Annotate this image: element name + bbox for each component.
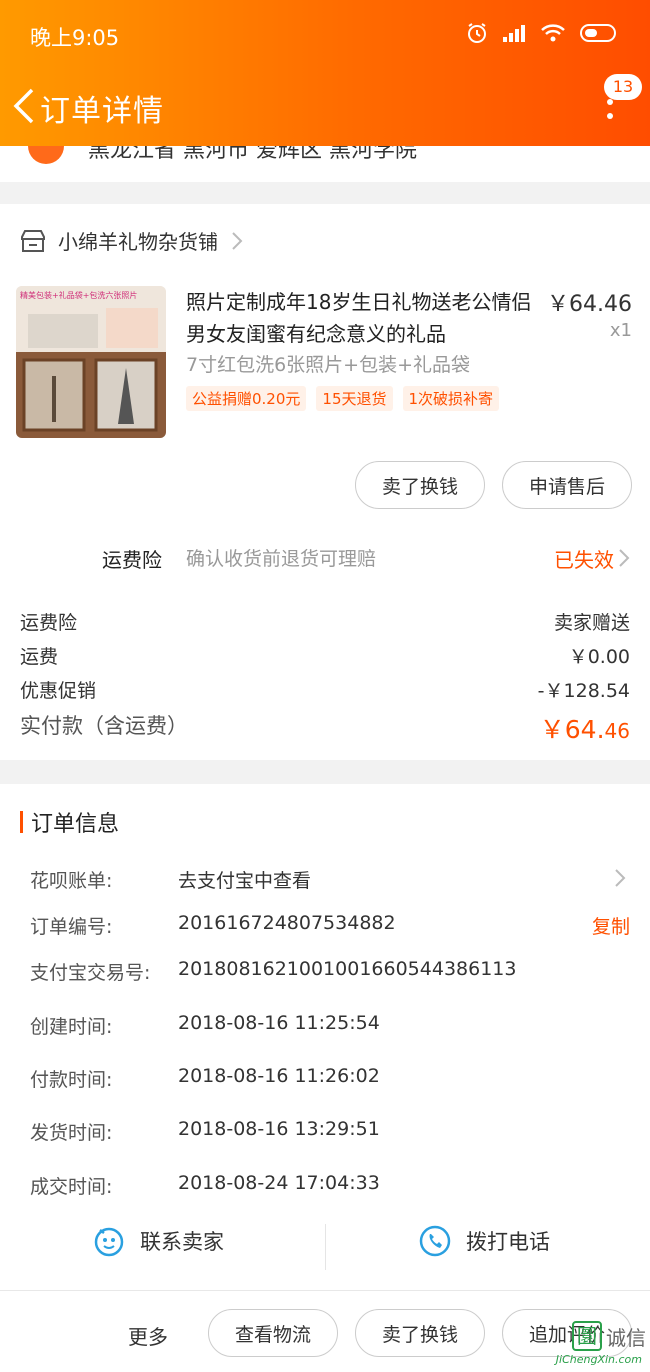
fee-row: 运费 ￥0.00 — [20, 642, 630, 669]
sell-for-cash-button[interactable]: 卖了换钱 — [355, 461, 485, 509]
insurance-label: 运费险 — [102, 548, 162, 572]
status-time: 晚上9:05 — [30, 26, 120, 50]
order-info-title: 订单信息 — [31, 812, 120, 837]
product-price: ￥64.46 — [547, 292, 632, 317]
info-value: 2018-08-16 11:26:02 — [178, 1065, 380, 1087]
chevron-right-icon — [615, 869, 626, 887]
fee-value: -￥128.54 — [537, 680, 630, 702]
info-value: 去支付宝中查看 — [178, 870, 312, 892]
info-label: 订单编号: — [30, 916, 113, 938]
insurance-status: 已失效 — [554, 548, 614, 572]
divider — [325, 1224, 326, 1270]
fee-label: 运费险 — [20, 612, 78, 634]
fee-label: 优惠促销 — [20, 680, 97, 702]
wifi-icon — [541, 24, 565, 42]
watermark-logo: 圜 诚信 — [572, 1321, 646, 1351]
product-sku: 7寸红包洗6张照片+包装+礼品袋 — [186, 354, 471, 376]
view-logistics-button[interactable]: 查看物流 — [208, 1309, 338, 1357]
product-tag: 15天退货 — [316, 386, 393, 411]
fee-value: ￥0.00 — [568, 646, 630, 668]
app-header: 晚上9:05 订单详情 13 — [0, 0, 650, 146]
info-value: 2018-08-16 13:29:51 — [178, 1118, 380, 1140]
fee-value: 卖家赠送 — [553, 612, 630, 634]
fee-row: 运费险 卖家赠送 — [20, 608, 630, 635]
page-title: 订单详情 — [40, 94, 164, 129]
fee-label: 运费 — [20, 646, 59, 668]
info-value: 2018-08-24 17:04:33 — [178, 1172, 380, 1194]
more-menu-icon[interactable] — [600, 98, 620, 128]
info-label: 创建时间: — [30, 1016, 113, 1038]
call-phone-label: 拨打电话 — [466, 1230, 550, 1254]
svg-text:精美包装+礼品袋+包洗六张照片: 精美包装+礼品袋+包洗六张照片 — [20, 290, 137, 300]
info-value: 2018081621001001660544386113 — [178, 958, 517, 980]
status-bar: 晚上9:05 — [0, 0, 650, 70]
bottom-action-bar: 更多 查看物流 卖了换钱 追加评价 圜 诚信 JiChengXin.com — [0, 1290, 650, 1372]
call-phone-button[interactable]: 拨打电话 — [418, 1224, 550, 1258]
info-label: 成交时间: — [30, 1176, 113, 1198]
phone-icon — [419, 1225, 451, 1257]
more-button[interactable]: 更多 — [128, 1321, 168, 1350]
shop-name: 小绵羊礼物杂货铺 — [58, 230, 218, 254]
info-value: 2018-08-16 11:25:54 — [178, 1012, 380, 1034]
back-arrow-icon[interactable] — [8, 86, 44, 126]
battery-icon — [580, 24, 616, 42]
total-row: 实付款（含运费） ￥64.46 — [20, 710, 630, 746]
message-count-badge: 13 — [604, 74, 642, 100]
copy-order-number-button[interactable]: 复制 — [592, 912, 630, 939]
product-image[interactable]: 精美包装+礼品袋+包洗六张照片 — [16, 286, 166, 438]
info-value: 201616724807534882 — [178, 912, 396, 934]
section-accent-bar — [20, 811, 23, 833]
fee-row: 优惠促销 -￥128.54 — [20, 676, 630, 703]
insurance-desc: 确认收货前退货可理赔 — [186, 548, 377, 570]
product-tag: 1次破损补寄 — [402, 386, 500, 411]
product-tag: 公益捐赠0.20元 — [186, 386, 307, 411]
chevron-right-icon — [232, 231, 243, 250]
sell-for-cash-bottom-button[interactable]: 卖了换钱 — [355, 1309, 485, 1357]
total-amount-decimal: 46 — [604, 719, 630, 743]
info-label: 发货时间: — [30, 1122, 113, 1144]
alarm-icon — [468, 23, 486, 43]
total-label: 实付款（含运费） — [20, 714, 188, 738]
signal-icon — [503, 25, 525, 42]
status-icons — [466, 22, 620, 44]
address-text: 黑龙江省 黑河市 爱辉区 黑河学院 — [88, 146, 417, 163]
shop-row[interactable]: 小绵羊礼物杂货铺 — [20, 226, 244, 255]
chat-smile-icon — [94, 1227, 124, 1257]
contact-seller-button[interactable]: 联系卖家 — [92, 1224, 224, 1258]
watermark-url: JiChengXin.com — [555, 1353, 642, 1366]
watermark-text: 诚信 — [606, 1325, 646, 1350]
order-info-panel: 订单信息 花呗账单: 去支付宝中查看 订单编号: 201616724807534… — [0, 784, 650, 1290]
order-item-panel: 小绵羊礼物杂货铺 精美包装+礼品袋+包洗六张照片 照片定制成年18岁生日礼物送老… — [0, 204, 650, 760]
shipping-insurance-row[interactable]: 运费险 确认收货前退货可理赔 已失效 — [0, 540, 650, 580]
product-quantity: x1 — [609, 320, 632, 341]
store-icon — [21, 229, 45, 252]
chevron-right-icon — [619, 549, 630, 567]
info-label: 花呗账单: — [30, 870, 113, 892]
location-icon — [28, 146, 64, 164]
total-amount: ￥64.46 — [540, 710, 630, 746]
watermark-mark: 圜 — [572, 1321, 602, 1351]
product-tags: 公益捐赠0.20元 15天退货 1次破损补寄 — [186, 386, 500, 411]
info-label: 付款时间: — [30, 1069, 113, 1091]
contact-row: 联系卖家 拨打电话 — [0, 1224, 650, 1274]
product-title[interactable]: 照片定制成年18岁生日礼物送老公情侣男女友闺蜜有纪念意义的礼品 — [186, 286, 546, 350]
request-aftersale-button[interactable]: 申请售后 — [502, 461, 632, 509]
info-label: 支付宝交易号: — [30, 962, 151, 984]
total-amount-main: ￥64. — [539, 715, 605, 744]
order-info-header: 订单信息 — [20, 806, 119, 838]
address-section[interactable]: 黑龙江省 黑河市 爱辉区 黑河学院 — [0, 146, 650, 182]
contact-seller-label: 联系卖家 — [140, 1230, 224, 1254]
